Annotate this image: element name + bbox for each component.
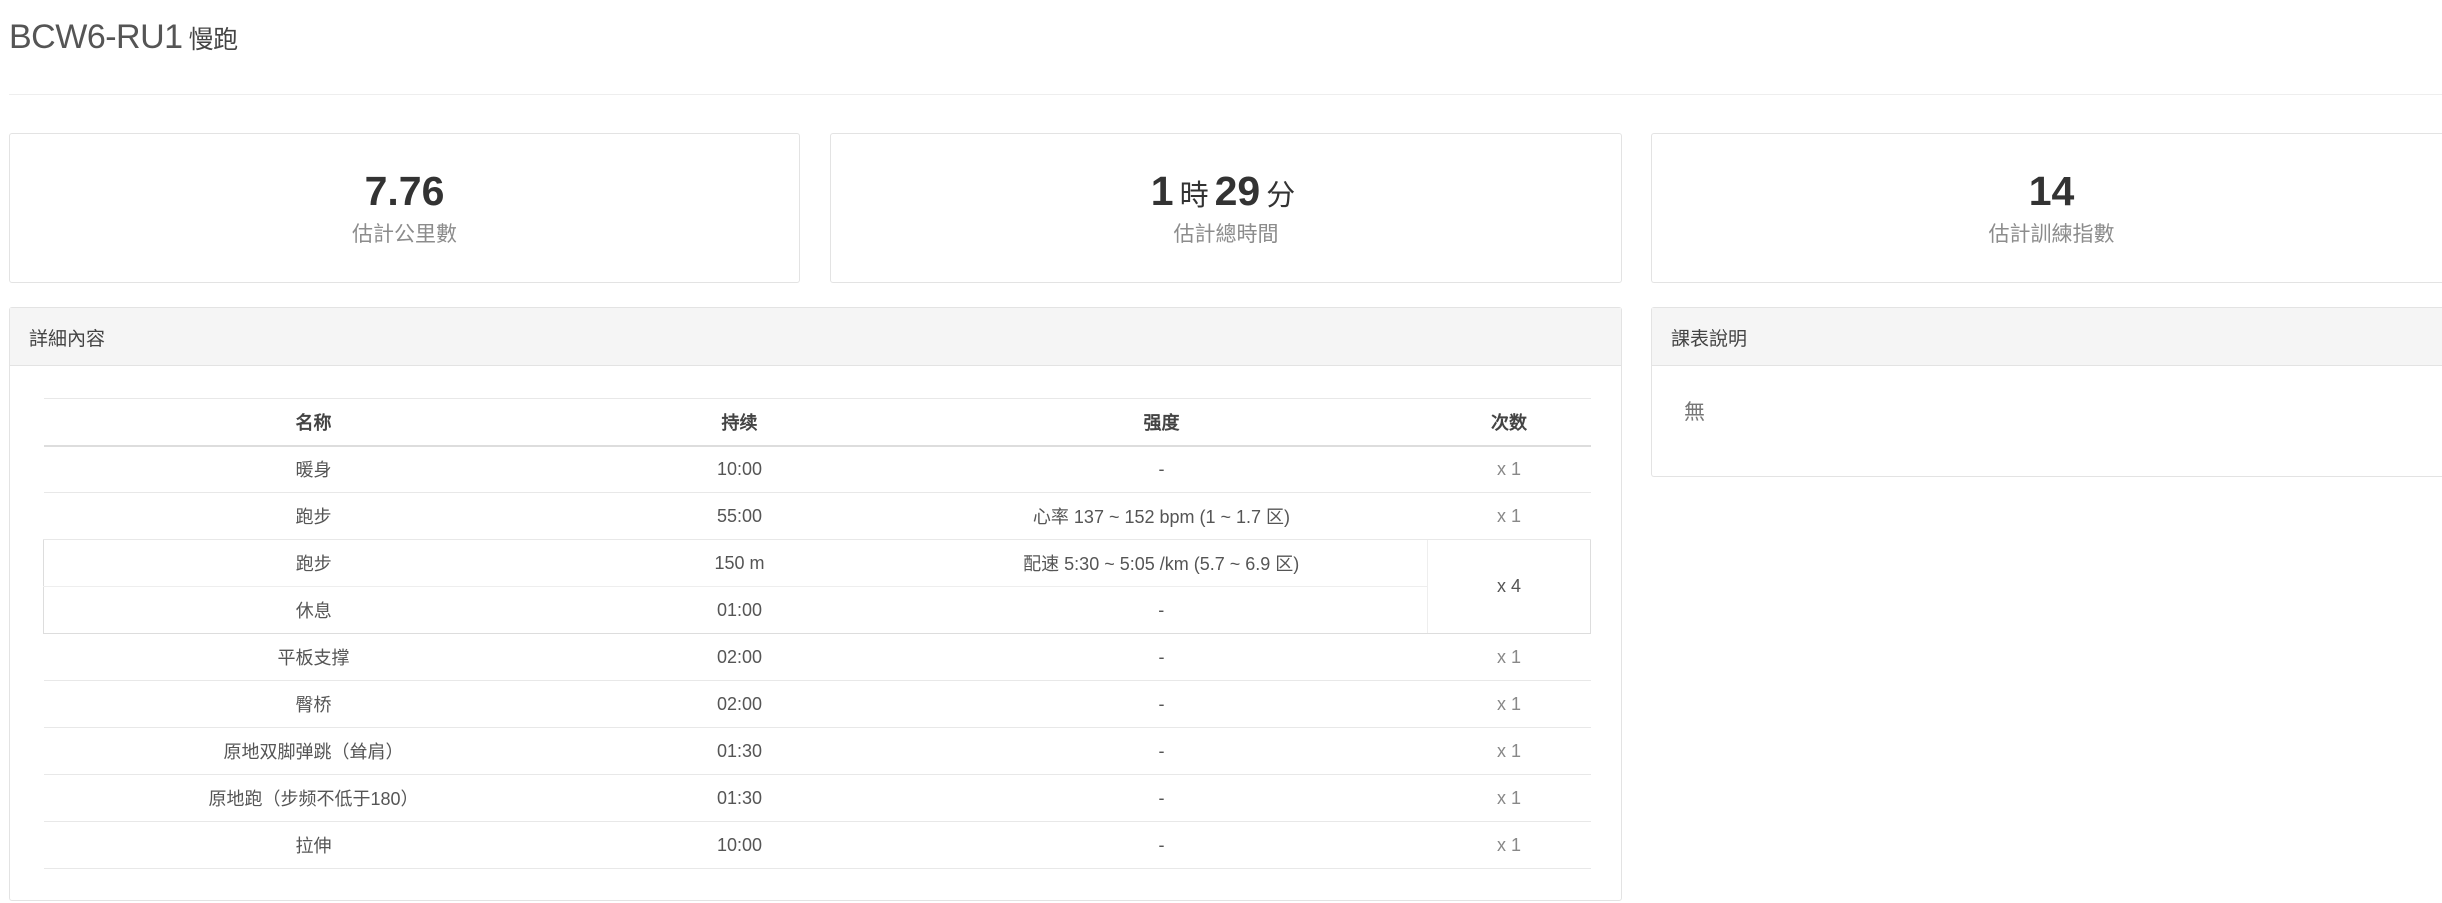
page-title: BCW6-RU1 慢跑 (9, 18, 238, 57)
table-row: 原地双脚弹跳（耸肩） 01:30 - x 1 (43, 727, 1591, 775)
step-duration: 01:30 (583, 727, 896, 775)
detail-panel-heading: 詳細內容 (10, 308, 1621, 366)
step-intensity: - (895, 821, 1428, 869)
workout-steps-table: 名称 持续 强度 次数 暖身 10:00 - x 1 跑步 55:00 心率 1… (43, 398, 1591, 869)
table-row: 原地跑（步频不低于180） 01:30 - x 1 (43, 774, 1591, 822)
column-header-duration: 持续 (583, 398, 896, 447)
table-row: 暖身 10:00 - x 1 (43, 445, 1591, 493)
column-header-intensity: 强度 (895, 398, 1428, 447)
step-intensity: - (895, 774, 1428, 822)
step-duration: 01:00 (583, 586, 896, 634)
step-intensity: 心率 137 ~ 152 bpm (1 ~ 1.7 区) (895, 492, 1428, 540)
step-count: x 1 (1427, 727, 1591, 775)
header-divider (9, 94, 2442, 95)
notes-panel: 課表說明 無 (1651, 307, 2442, 477)
step-duration: 55:00 (583, 492, 896, 540)
step-count: x 1 (1427, 633, 1591, 681)
stat-card-distance: 7.76 估計公里數 (9, 133, 800, 283)
workout-type: 慢跑 (188, 26, 239, 54)
distance-value: 7.76 (364, 168, 445, 214)
table-row: 拉伸 10:00 - x 1 (43, 821, 1591, 869)
step-intensity: - (895, 586, 1428, 634)
duration-value: 1 時 29 分 (831, 167, 1621, 216)
table-row: 臀桥 02:00 - x 1 (43, 680, 1591, 728)
step-name: 休息 (43, 586, 584, 634)
repeat-group-row: 休息 01:00 - (43, 586, 1591, 634)
duration-label: 估計總時間 (1173, 223, 1279, 247)
step-intensity: - (895, 727, 1428, 775)
step-name: 暖身 (43, 445, 584, 493)
step-name: 原地双脚弹跳（耸肩） (43, 727, 584, 775)
step-intensity: - (895, 445, 1428, 493)
step-duration: 01:30 (583, 774, 896, 822)
step-count: x 1 (1427, 680, 1591, 728)
step-count: x 1 (1427, 821, 1591, 869)
step-name: 平板支撑 (43, 633, 584, 681)
table-row: 跑步 55:00 心率 137 ~ 152 bpm (1 ~ 1.7 区) x … (43, 492, 1591, 540)
distance-label: 估計公里數 (352, 223, 457, 247)
repeat-group-row: 跑步 150 m 配速 5:30 ~ 5:05 /km (5.7 ~ 6.9 区… (43, 539, 1591, 634)
training-index-label: 估計訓練指數 (1988, 223, 2115, 247)
duration-minutes-unit: 分 (1266, 180, 1296, 212)
stat-card-training-index: 14 估計訓練指數 (1651, 133, 2442, 283)
duration-hours: 1 (1150, 168, 1174, 214)
step-name: 拉伸 (43, 821, 584, 869)
step-duration: 02:00 (583, 680, 896, 728)
duration-hours-unit: 時 (1179, 180, 1209, 212)
step-intensity: - (895, 680, 1428, 728)
repeat-count: x 4 (1427, 539, 1591, 634)
step-count: x 1 (1427, 774, 1591, 822)
stat-card-duration: 1 時 29 分 估計總時間 (830, 133, 1622, 283)
step-duration: 10:00 (583, 821, 896, 869)
column-header-count: 次数 (1427, 398, 1591, 447)
step-count: x 1 (1427, 445, 1591, 493)
detail-panel: 詳細內容 名称 持续 强度 次数 暖身 10:00 - x 1 跑步 55:00… (9, 307, 1622, 901)
notes-panel-heading: 課表說明 (1652, 308, 2442, 366)
column-header-name: 名称 (43, 398, 584, 447)
duration-minutes: 29 (1214, 168, 1261, 214)
step-name: 跑步 (43, 492, 584, 540)
step-count: x 1 (1427, 492, 1591, 540)
workout-code: BCW6-RU1 (9, 18, 183, 56)
step-intensity: - (895, 633, 1428, 681)
step-name: 臀桥 (43, 680, 584, 728)
step-duration: 10:00 (583, 445, 896, 493)
step-duration: 150 m (583, 539, 896, 587)
table-row: 平板支撑 02:00 - x 1 (43, 633, 1591, 681)
step-duration: 02:00 (583, 633, 896, 681)
step-name: 跑步 (43, 539, 584, 587)
step-name: 原地跑（步频不低于180） (43, 774, 584, 822)
training-index-value: 14 (2028, 168, 2075, 214)
table-header-row: 名称 持续 强度 次数 (43, 398, 1591, 447)
notes-body: 無 (1684, 401, 1705, 424)
step-intensity: 配速 5:30 ~ 5:05 /km (5.7 ~ 6.9 区) (895, 539, 1428, 587)
